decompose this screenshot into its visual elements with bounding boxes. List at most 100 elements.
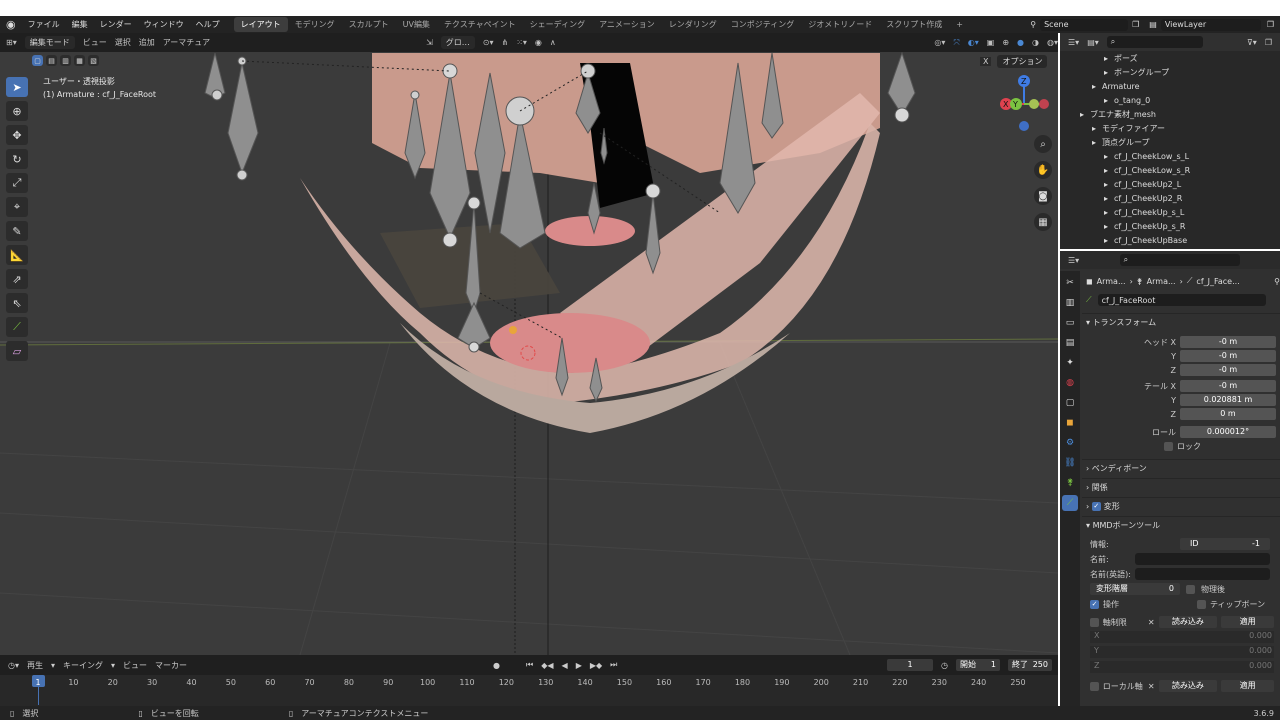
scale-tool-icon[interactable]: ⤢ [6,173,28,193]
play-icon[interactable]: ▶ [576,661,582,670]
new-view-layer-icon[interactable]: ❐ [1267,20,1274,29]
end-frame-field[interactable]: 終了 250 [1008,659,1052,671]
menu-add[interactable]: 追加 [139,37,155,48]
tail-z-field[interactable]: 0 m [1180,408,1276,420]
relations-section[interactable]: › 関係 [1082,478,1280,496]
playback-menu[interactable]: 再生 [27,660,43,671]
tab-scripting[interactable]: スクリプト作成 [879,17,949,32]
shading-material-icon[interactable]: ◑ [1032,38,1039,47]
menu-help[interactable]: ヘルプ [190,19,226,30]
axis-limit-apply-button[interactable]: 適用 [1221,616,1274,628]
outliner-row[interactable]: ▸ ポーズ [1060,51,1280,65]
local-axis-apply-button[interactable]: 適用 [1221,680,1274,692]
bone-size-tool-icon[interactable]: ▱ [6,341,28,361]
overlay-toggle-icon[interactable]: ◐▾ [968,38,979,47]
after-physics-checkbox[interactable] [1186,584,1195,594]
outliner-row[interactable]: ▸ Armature [1060,79,1280,93]
tab-sculpt[interactable]: スカルプト [342,17,396,32]
select-tool-icon[interactable]: ➤ [6,77,28,97]
render-tab-icon[interactable]: ▥ [1062,295,1078,311]
collection-tab-icon[interactable]: ▢ [1062,395,1078,411]
menu-select[interactable]: 選択 [115,37,131,48]
transform-section[interactable]: ▾ トランスフォーム [1082,313,1280,331]
timeline-editor-icon[interactable]: ◷▾ [8,661,19,670]
outliner-editor-icon[interactable]: ☰▾ [1068,38,1079,47]
zoom-icon[interactable]: ⌕ [1034,135,1052,153]
new-collection-icon[interactable]: ❐ [1265,38,1272,47]
deform-section[interactable]: › ✓ 変形 [1082,497,1280,515]
axis-limit-clear-icon[interactable]: ✕ [1148,618,1155,627]
tab-uv[interactable]: UV編集 [396,17,437,32]
pivot-icon[interactable]: ⊙▾ [483,38,494,47]
head-z-field[interactable]: -0 m [1180,364,1276,376]
new-scene-icon[interactable]: ❐ [1132,20,1139,29]
extrude-cursor-tool-icon[interactable]: ⇖ [6,293,28,313]
axis-limit-load-button[interactable]: 読み込み [1158,616,1218,628]
outliner-row[interactable]: ▸ cf_J_CheekLow_s_L [1060,149,1280,163]
scene-field[interactable]: Scene [1040,18,1129,31]
shading-solid-icon[interactable]: ● [1017,38,1024,47]
transform-tool-icon[interactable]: ⌖ [6,197,28,217]
select-invert-icon[interactable]: ▦ [74,55,85,66]
select-subtract-icon[interactable]: ▥ [60,55,71,66]
mode-dropdown[interactable]: 編集モード [24,36,75,49]
snap-target-icon[interactable]: ⁙▾ [516,38,527,47]
gizmo-toggle-icon[interactable]: ⤧ [953,38,959,48]
outliner-row[interactable]: ▸ cf_J_CheekUp2_L [1060,177,1280,191]
view-layer-field[interactable]: ViewLayer [1160,18,1261,31]
deform-checkbox[interactable]: ✓ [1091,502,1101,511]
extrude-tool-icon[interactable]: ⇗ [6,269,28,289]
local-axis-checkbox[interactable] [1090,681,1099,691]
falloff-icon[interactable]: ∧ [550,38,556,47]
roll-field[interactable]: 0.000012° [1180,426,1276,438]
tool-tab-icon[interactable]: ✂ [1062,275,1078,291]
modifiers-tab-icon[interactable]: ⚙ [1062,435,1078,451]
axis-x-toggle[interactable]: X [980,57,992,66]
shading-wireframe-icon[interactable]: ⊕ [1002,38,1009,47]
play-reverse-icon[interactable]: ◀ [562,661,568,670]
menu-edit[interactable]: 編集 [66,19,94,30]
tab-geometry-nodes[interactable]: ジオメトリノード [801,17,879,32]
cursor-tool-icon[interactable]: ⊕ [6,101,28,121]
blender-logo-icon[interactable]: ◉ [0,18,22,31]
navigation-gizmo[interactable]: Z X Y [998,72,1054,134]
perspective-grid-icon[interactable]: ▦ [1034,213,1052,231]
head-x-field[interactable]: -0 m [1180,336,1276,348]
timeline-view-menu[interactable]: ビュー [123,660,147,671]
record-icon[interactable]: ● [493,661,500,670]
outliner-row[interactable]: ▸ cf_J_CheekLow_s_R [1060,163,1280,177]
local-axis-clear-icon[interactable]: ✕ [1148,682,1155,691]
local-axis-load-button[interactable]: 読み込み [1158,680,1218,692]
name-en-field[interactable] [1135,568,1270,580]
view-layer-tab-icon[interactable]: ▤ [1062,335,1078,351]
tab-animation[interactable]: アニメーション [592,17,662,32]
start-frame-field[interactable]: 開始 1 [956,659,1000,671]
shading-rendered-icon[interactable]: ◍▾ [1047,38,1058,47]
filter-icon[interactable]: ⊽▾ [1247,38,1257,47]
display-mode-icon[interactable]: ▤▾ [1087,38,1099,47]
pin-icon[interactable]: ⚲ [1274,277,1280,286]
outliner-row[interactable]: ▸ ボーングループ [1060,65,1280,79]
clock-icon[interactable]: ◷ [941,661,948,670]
tab-texture-paint[interactable]: テクスチャペイント [437,17,523,32]
marker-menu[interactable]: マーカー [155,660,187,671]
tip-bone-checkbox[interactable] [1197,599,1206,609]
properties-search-input[interactable]: ⌕ [1119,254,1240,266]
outliner-row[interactable]: ▸ モディファイアー [1060,121,1280,135]
roll-tool-icon[interactable]: ⟋ [6,317,28,337]
menu-render[interactable]: レンダー [94,19,138,30]
editor-type-icon[interactable]: ⊞▾ [6,38,17,47]
3d-viewport[interactable] [0,33,1058,655]
tab-layout[interactable]: レイアウト [233,17,288,32]
object-tab-icon[interactable]: ◼ [1062,415,1078,431]
jump-end-icon[interactable]: ⏭ [610,660,617,670]
scene-tab-icon[interactable]: ✦ [1062,355,1078,371]
operate-checkbox[interactable]: ✓ [1090,599,1099,609]
camera-icon[interactable]: ◙ [1034,187,1052,205]
menu-window[interactable]: ウィンドウ [138,19,190,30]
options-dropdown[interactable]: オプション [997,55,1048,68]
snap-icon[interactable]: ⋔ [502,38,509,47]
measure-tool-icon[interactable]: 📐 [6,245,28,265]
tail-y-field[interactable]: 0.020881 m [1180,394,1276,406]
add-workspace-button[interactable]: + [949,18,970,31]
